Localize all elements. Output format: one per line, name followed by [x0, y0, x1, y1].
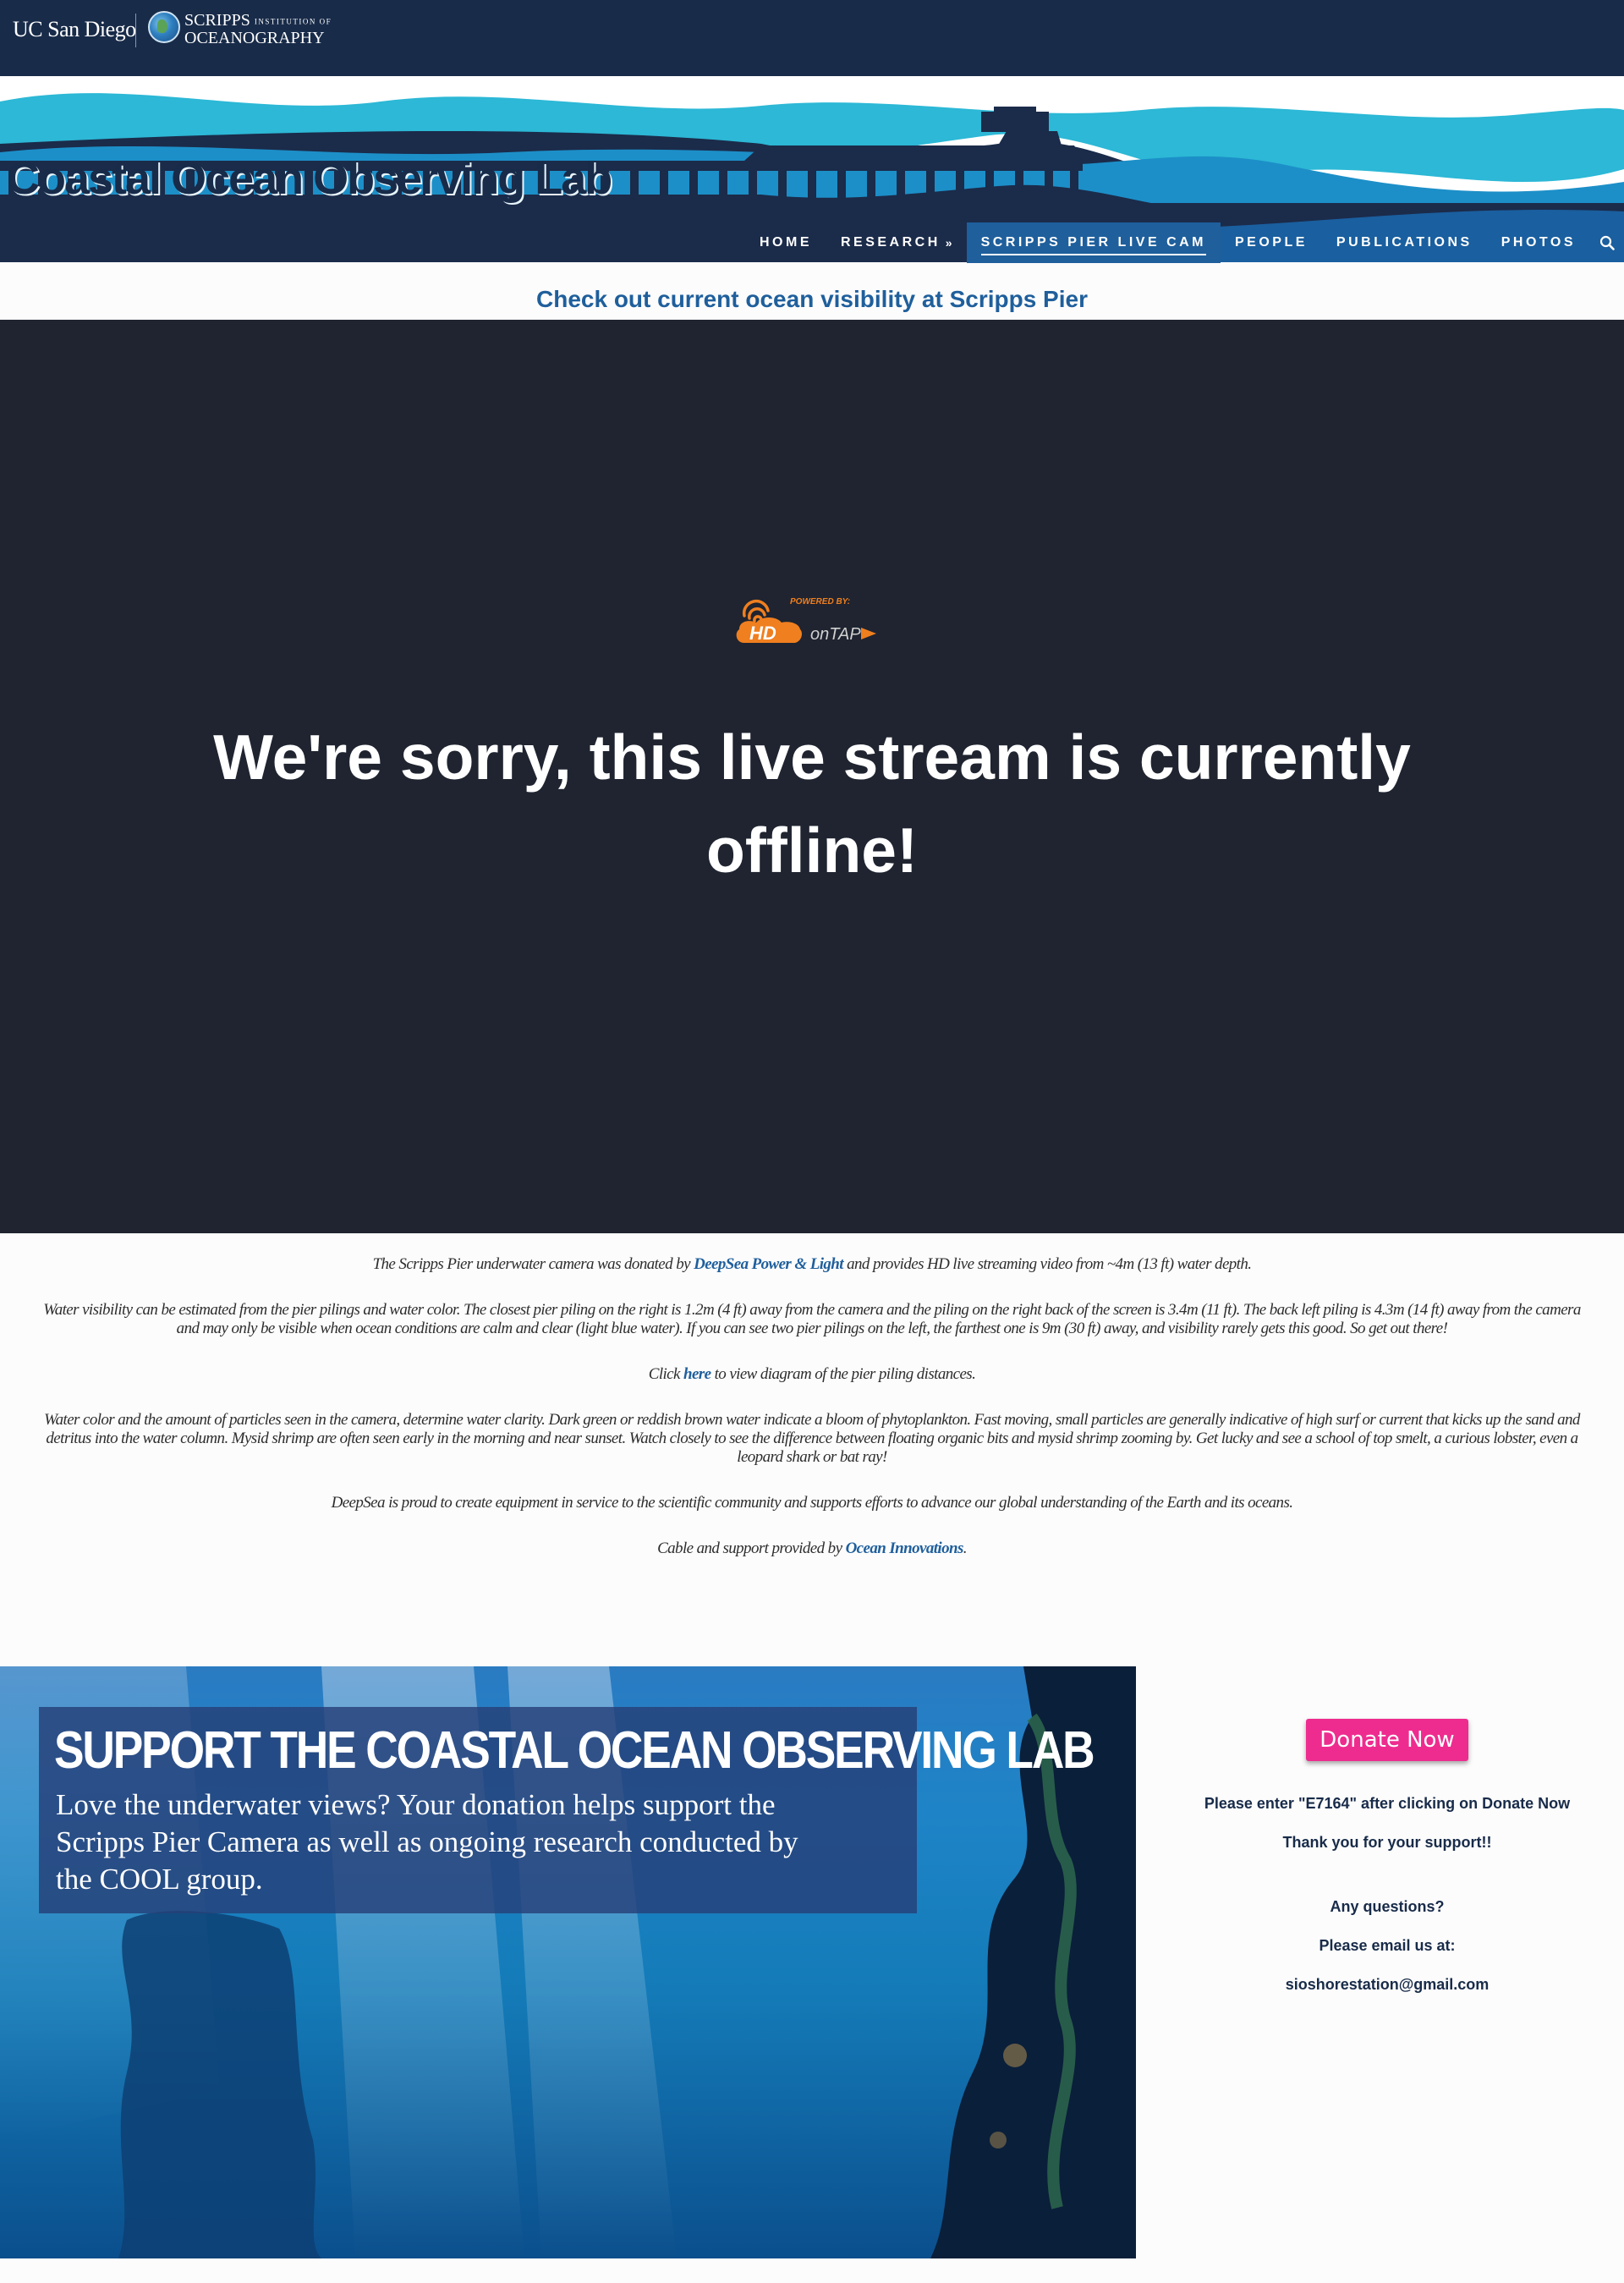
scripps-logo-line1: SCRIPPS [184, 11, 250, 30]
ocean-innovations-link[interactable]: Ocean Innovations [846, 1539, 964, 1557]
desc-paragraph-1: The Scripps Pier underwater camera was d… [372, 1255, 1252, 1273]
desc-paragraph-6: Cable and support provided by Ocean Inno… [657, 1539, 967, 1557]
nav-photos[interactable]: PHOTOS [1487, 222, 1590, 263]
donate-thanks: Thank you for your support!! [1282, 1834, 1492, 1851]
donate-code-note: Please enter "E7164" after clicking on D… [1204, 1795, 1571, 1812]
donate-column: Donate Now Please enter "E7164" after cl… [1184, 1719, 1590, 1996]
scripps-logo[interactable]: SCRIPPS INSTITUTION OF OCEANOGRAPHY [184, 12, 332, 47]
desc-paragraph-4: Water color and the amount of particles … [44, 1411, 1580, 1466]
site-title[interactable]: Coastal Ocean Observing Lab [7, 152, 612, 205]
contact-email-link[interactable]: sioshorestation@gmail.com [1184, 1973, 1590, 1996]
nav-research-label: RESEARCH [840, 235, 941, 250]
nav-live-cam-label: SCRIPPS PIER LIVE CAM [980, 235, 1206, 255]
hd-on-tap-logo: POWERED BY: HD onTAP [736, 597, 876, 644]
ucsd-logo[interactable]: UC San Diego [13, 17, 136, 42]
support-body: Love the underwater views? Your donation… [56, 1788, 798, 1896]
nav-people-label: PEOPLE [1235, 235, 1308, 250]
live-stream-player[interactable]: POWERED BY: HD onTAP We're sorry, this l… [0, 320, 1624, 1233]
logo-ontap: onTAP [810, 625, 861, 644]
camera-description: The Scripps Pier underwater camera was d… [34, 1255, 1590, 1585]
desc-paragraph-3: Click here to view diagram of the pier p… [648, 1365, 976, 1383]
nav-home[interactable]: HOME [745, 222, 826, 263]
nav-publications[interactable]: PUBLICATIONS [1322, 222, 1487, 263]
scripps-logo-small: INSTITUTION OF [254, 17, 332, 26]
support-callout: SUPPORT THE COASTAL OCEAN OBSERVING LAB … [39, 1707, 1095, 1913]
nav-publications-label: PUBLICATIONS [1336, 235, 1473, 250]
double-chevron-down-icon: » [945, 236, 952, 250]
logo-divider [135, 14, 136, 47]
deepsea-link[interactable]: DeepSea Power & Light [694, 1255, 843, 1273]
nav-home-label: HOME [759, 235, 812, 250]
top-bar: UC San Diego SCRIPPS INSTITUTION OF OCEA… [0, 0, 1624, 76]
scripps-logo-line2: OCEANOGRAPHY [184, 29, 325, 48]
logo-hd: HD [749, 623, 776, 644]
nav-research[interactable]: RESEARCH » [826, 222, 967, 263]
offline-message: We're sorry, this live stream is current… [213, 722, 1411, 886]
nav-photos-label: PHOTOS [1501, 235, 1576, 250]
piling-diagram-link[interactable]: here [683, 1365, 711, 1383]
globe-icon[interactable] [148, 11, 180, 43]
donate-now-button[interactable]: Donate Now [1306, 1719, 1468, 1761]
nav-people[interactable]: PEOPLE [1221, 222, 1322, 263]
main-nav: HOME RESEARCH » SCRIPPS PIER LIVE CAM PE… [745, 222, 1624, 263]
visibility-headline-link[interactable]: Check out current ocean visibility at Sc… [0, 286, 1624, 313]
nav-scripps-pier-live-cam[interactable]: SCRIPPS PIER LIVE CAM [966, 222, 1221, 263]
email-prompt: Please email us at: [1319, 1937, 1456, 1954]
search-icon[interactable] [1590, 222, 1624, 263]
logo-powered-by: POWERED BY: [790, 597, 850, 606]
desc-paragraph-2: Water visibility can be estimated from t… [43, 1301, 1581, 1337]
support-title: SUPPORT THE COASTAL OCEAN OBSERVING LAB [54, 1721, 1095, 1780]
questions-heading: Any questions? [1330, 1898, 1445, 1915]
support-banner-image: SUPPORT THE COASTAL OCEAN OBSERVING LAB … [0, 1666, 1136, 2258]
desc-paragraph-5: DeepSea is proud to create equipment in … [331, 1494, 1293, 1512]
